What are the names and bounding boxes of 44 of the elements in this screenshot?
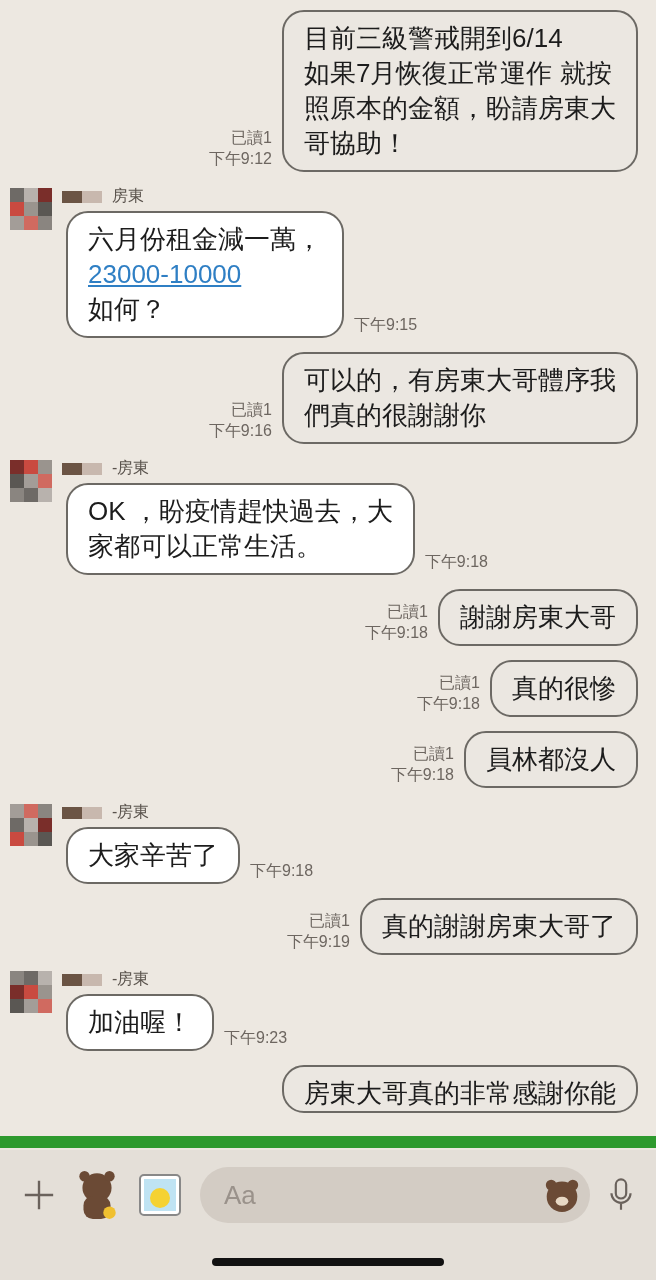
message-bubble: 目前三級警戒開到6/14 如果7月恢復正常運作 就按 照原本的金額，盼請房東大 哥協助！: [282, 10, 638, 172]
sender-name: -房東: [112, 802, 150, 822]
avatar[interactable]: [10, 188, 52, 230]
message-bubble: OK ，盼疫情趕快過去，大 家都可以正常生活。: [66, 483, 415, 575]
message-time: 下午9:16: [208, 421, 272, 441]
message-time: 下午9:18: [416, 694, 480, 714]
message-time: 下午9:18: [424, 552, 488, 572]
plus-icon[interactable]: [22, 1178, 56, 1212]
message-bubble: 六月份租金減一萬， 23000-10000 如何？: [66, 211, 344, 338]
read-receipt: 已讀1: [387, 602, 428, 622]
message-time: 下午9:18: [364, 623, 428, 643]
blurred-name: [62, 190, 102, 203]
blurred-name: [62, 806, 102, 819]
sender-name: 房東: [112, 186, 144, 206]
blurred-name: [62, 462, 102, 475]
message-time: 下午9:23: [224, 1028, 288, 1048]
message-time: 下午9:19: [286, 932, 350, 952]
message-bubble: 真的很慘: [490, 660, 638, 717]
message-time: 下午9:18: [390, 765, 454, 785]
message-bubble: 員林都沒人: [464, 731, 638, 788]
sender-name: -房東: [112, 458, 150, 478]
message-bubble: 謝謝房東大哥: [438, 589, 638, 646]
message-bubble: 大家辛苦了: [66, 827, 240, 884]
microphone-icon[interactable]: [608, 1177, 634, 1213]
message-time: 下午9:15: [354, 315, 418, 335]
link[interactable]: 23000-10000: [88, 259, 242, 289]
message-bubble: 加油喔！: [66, 994, 214, 1051]
message-time: 下午9:18: [250, 861, 314, 881]
message-bubble: 房東大哥真的非常感謝你能: [282, 1065, 638, 1113]
avatar[interactable]: [10, 804, 52, 846]
read-receipt: 已讀1: [439, 673, 480, 693]
avatar[interactable]: [10, 971, 52, 1013]
avatar[interactable]: [10, 460, 52, 502]
message-bubble: 可以的，有房東大哥體序我 們真的很謝謝你: [282, 352, 638, 444]
blurred-name: [62, 973, 102, 986]
read-receipt: 已讀1: [231, 400, 272, 420]
photo-sticker-icon[interactable]: [138, 1173, 182, 1217]
read-receipt: 已讀1: [231, 128, 272, 148]
sender-name: -房東: [112, 969, 150, 989]
read-receipt: 已讀1: [413, 744, 454, 764]
message-bubble: 真的謝謝房東大哥了: [360, 898, 638, 955]
message-time: 下午9:12: [208, 149, 272, 169]
emoji-icon[interactable]: [544, 1177, 580, 1213]
read-receipt: 已讀1: [309, 911, 350, 931]
